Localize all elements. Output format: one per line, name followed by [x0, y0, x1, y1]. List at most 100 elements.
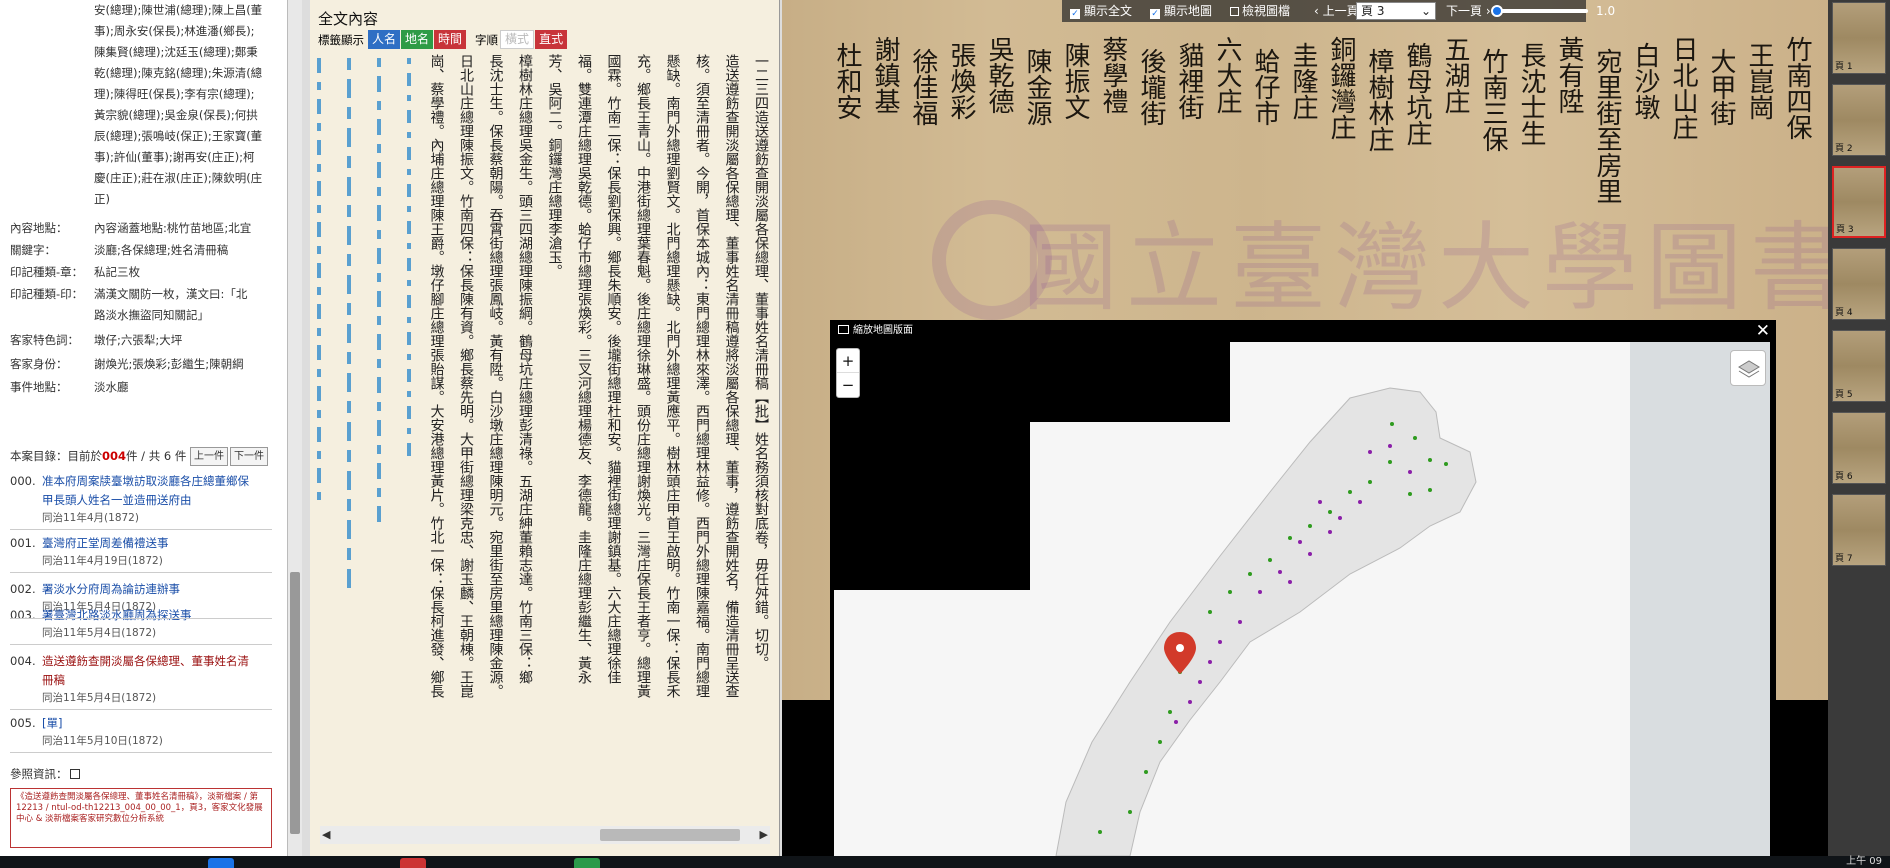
map-point-purple[interactable]	[1174, 720, 1178, 724]
page-thumbnail[interactable]: 頁 4	[1832, 248, 1886, 320]
page-thumbnail[interactable]: 頁 5	[1832, 330, 1886, 402]
page-thumbnail[interactable]: 頁 6	[1832, 412, 1886, 484]
scan-text-column: 圭隆庄	[1288, 42, 1318, 120]
tag-toggle-button[interactable]: 人名	[368, 30, 401, 49]
page-thumbnail[interactable]: 頁 3	[1832, 166, 1886, 238]
map-point-green[interactable]	[1368, 480, 1372, 484]
map-point-purple[interactable]	[1318, 500, 1322, 504]
map-point-purple[interactable]	[1408, 470, 1412, 474]
case-title-link[interactable]: 甲長頭人姓名一並造冊送府由	[42, 491, 276, 510]
map-point-green[interactable]	[1408, 492, 1412, 496]
map-point-green[interactable]	[1228, 590, 1232, 594]
fulltext-column: 國霖。竹南二保：保長劉保興。鄉長朱順安。後壠街總理杜和安。貓裡街總理謝鎮基。六大…	[605, 54, 622, 684]
taskbar-app-icon[interactable]	[208, 858, 234, 868]
prev-page-button[interactable]: ‹ 上一頁	[1314, 0, 1359, 22]
map-point-purple[interactable]	[1368, 450, 1372, 454]
map-point-green[interactable]	[1158, 740, 1162, 744]
faded-text-column	[344, 58, 354, 798]
map-point-purple[interactable]	[1238, 620, 1242, 624]
metadata-scrollbar[interactable]	[288, 0, 302, 856]
current-case-title[interactable]: 造送遵飭查開淡屬各保總理、董事姓名清	[42, 652, 276, 671]
map-point-green[interactable]	[1144, 770, 1148, 774]
map-point-purple[interactable]	[1388, 444, 1392, 448]
show-map-toggle[interactable]: ✓ 顯示地圖	[1150, 0, 1212, 22]
case-title-link[interactable]: 署臺灣北路淡水廳周為探送事	[42, 606, 276, 625]
map-canvas[interactable]: + −	[830, 342, 1776, 856]
page-thumbnail[interactable]: 頁 7	[1832, 494, 1886, 566]
horizontal-order-button[interactable]: 橫式	[500, 30, 535, 49]
next-case-button[interactable]: 下一件	[230, 447, 268, 466]
show-fulltext-toggle[interactable]: ✓ 顯示全文	[1070, 0, 1132, 22]
map-point-green[interactable]	[1444, 462, 1448, 466]
page-thumbnail-label: 頁 3	[1836, 225, 1854, 235]
map-point-purple[interactable]	[1278, 570, 1282, 574]
zoom-slider-knob[interactable]	[1491, 5, 1503, 17]
current-case-title[interactable]: 冊稿	[42, 671, 276, 690]
map-zoom-control: + −	[836, 348, 860, 398]
coastline-shape	[1055, 387, 1477, 856]
map-point-purple[interactable]	[1328, 530, 1332, 534]
map-point-green[interactable]	[1248, 572, 1252, 576]
map-point-purple[interactable]	[1208, 660, 1212, 664]
vertical-order-button[interactable]: 直式	[535, 30, 568, 49]
case-title-link[interactable]: 准本府周案牍臺墩訪取淡廳各庄總董鄉保	[42, 472, 276, 491]
map-point-green[interactable]	[1348, 490, 1352, 494]
scroll-left-icon[interactable]: ◀	[322, 826, 330, 844]
map-point-green[interactable]	[1128, 810, 1132, 814]
view-image-link[interactable]: 檢視圖檔	[1230, 0, 1290, 22]
tag-toggle-button[interactable]: 時間	[434, 30, 467, 49]
map-point-green[interactable]	[1098, 830, 1102, 834]
zoom-slider[interactable]	[1491, 5, 1588, 17]
fulltext-horizontal-scrollbar[interactable]: ◀ ▶	[320, 826, 770, 844]
fulltext-column: 懸缺。南門外總理劉賢文。北門總理懸缺。北門外總理黃應平。樹林頭庄甲首王啟明。竹南…	[664, 54, 681, 698]
map-point-green[interactable]	[1308, 524, 1312, 528]
map-point-purple[interactable]	[1298, 540, 1302, 544]
map-header: 縮放地圖版面 ✕	[830, 320, 1776, 342]
map-point-green[interactable]	[1288, 536, 1292, 540]
map-point-purple[interactable]	[1218, 640, 1222, 644]
case-title-link[interactable]: [單]	[42, 714, 276, 733]
map-point-purple[interactable]	[1358, 500, 1362, 504]
map-point-green[interactable]	[1208, 610, 1212, 614]
prev-case-button[interactable]: 上一件	[190, 447, 228, 466]
map-point-purple[interactable]	[1198, 680, 1202, 684]
map-point-green[interactable]	[1328, 510, 1332, 514]
tag-toggle-button[interactable]: 地名	[401, 30, 434, 49]
scan-text-column: 徐佳福	[908, 48, 938, 126]
metadata-scroll-thumb[interactable]	[290, 572, 300, 834]
map-point-green[interactable]	[1428, 458, 1432, 462]
layers-button[interactable]	[1730, 350, 1766, 386]
map-point-green[interactable]	[1168, 710, 1172, 714]
next-page-button[interactable]: 下一頁 ›	[1446, 0, 1491, 22]
map-point-green[interactable]	[1390, 422, 1394, 426]
fulltext-title: 全文內容	[318, 10, 379, 28]
zoom-in-button[interactable]: +	[837, 349, 859, 373]
map-point-green[interactable]	[1268, 558, 1272, 562]
fulltext-scroll-thumb[interactable]	[600, 829, 740, 841]
map-point-purple[interactable]	[1338, 516, 1342, 520]
map-point-purple[interactable]	[1288, 580, 1292, 584]
case-title-link[interactable]: 署淡水分府周為論訪連辦事	[42, 580, 276, 599]
case-date: 同治11年4月19日(1872)	[42, 555, 163, 567]
scroll-right-icon[interactable]: ▶	[760, 826, 768, 844]
case-title-link[interactable]: 臺灣府正堂周差備禮送事	[42, 534, 276, 553]
map-point-green[interactable]	[1428, 488, 1432, 492]
person-list: 安(總理);陳世浦(總理);陳上昌(董 事);周永安(保長);林進潘(鄉長); 陳集…	[94, 0, 272, 210]
fulltext-panel: 全文內容 標籤顯示 人名 地名 時間 字順 橫式 直式 一二三四造送遵飭查開淡屬各保總理、董…	[310, 0, 780, 856]
map-point-purple[interactable]	[1188, 700, 1192, 704]
taskbar-app-icon[interactable]	[400, 858, 426, 868]
fulltext-column: 日北山庄總理陳振文。竹南四保：保長陳有資。鄉長蔡先明。大甲街總理梁克忠、謝玉麟、…	[458, 54, 474, 698]
page-select[interactable]: 頁 3 ⌄	[1356, 2, 1436, 20]
taskbar-app-icon[interactable]	[574, 858, 600, 868]
page-thumbnail[interactable]: 頁 2	[1832, 84, 1886, 156]
scan-text-column: 大甲街	[1706, 48, 1736, 126]
map-point-purple[interactable]	[1308, 552, 1312, 556]
zoom-out-button[interactable]: −	[837, 373, 859, 397]
map-point-purple[interactable]	[1258, 590, 1262, 594]
map-close-button[interactable]: ✕	[1756, 320, 1770, 342]
map-point-green[interactable]	[1388, 460, 1392, 464]
metadata-value: 私記三枚	[94, 265, 140, 279]
map-point-green[interactable]	[1413, 436, 1417, 440]
copy-icon[interactable]	[69, 769, 80, 779]
page-thumbnail[interactable]: 頁 1	[1832, 2, 1886, 74]
